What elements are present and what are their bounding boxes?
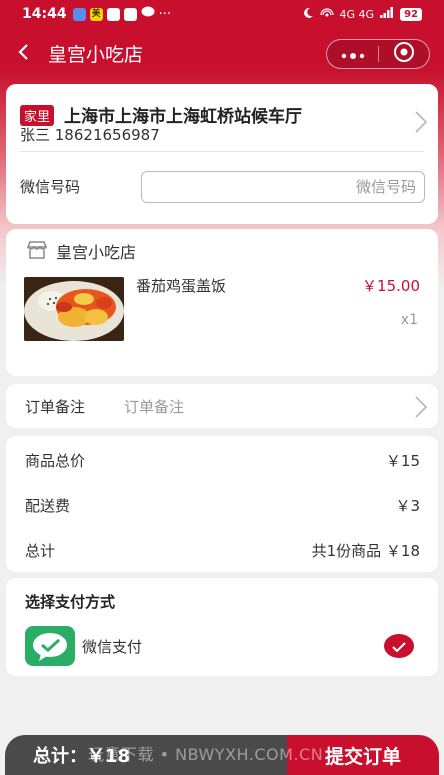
app-notification-icon bbox=[106, 7, 120, 21]
address-tag: 家里 bbox=[20, 105, 55, 126]
divider bbox=[20, 151, 424, 152]
chevron-right-icon bbox=[414, 110, 428, 138]
wechat-pay-icon bbox=[25, 626, 75, 666]
goods-total-label: 商品总价 bbox=[25, 452, 86, 470]
close-mini-program-button[interactable] bbox=[379, 40, 429, 68]
grand-total-label: 总计 bbox=[25, 542, 56, 560]
hotspot-icon bbox=[319, 7, 334, 22]
status-right: 4G 4G 92 bbox=[302, 7, 422, 22]
target-circle-icon bbox=[393, 41, 415, 67]
moon-icon bbox=[302, 7, 314, 22]
delivery-fee-value: ￥3 bbox=[395, 497, 420, 515]
food-quantity: x1 bbox=[400, 312, 418, 328]
payment-method-title: 选择支付方式 bbox=[25, 593, 116, 611]
payment-selected-check[interactable] bbox=[384, 634, 414, 658]
app-notification-icon bbox=[123, 7, 137, 21]
more-notifications: ··· bbox=[158, 6, 171, 22]
address-card[interactable]: 家里 上海市上海市上海虹桥站候车厅 张三 18621656987 微信号码 bbox=[6, 84, 438, 224]
check-icon bbox=[392, 637, 406, 656]
grand-total-value: 共1份商品 ￥18 bbox=[311, 542, 420, 560]
address-contact: 张三 18621656987 bbox=[20, 126, 160, 144]
payment-method-name: 微信支付 bbox=[82, 638, 143, 656]
order-note-row[interactable]: 订单备注 订单备注 bbox=[6, 384, 438, 428]
watermark: 玩意下载 • NBWYXH.COM.CN bbox=[88, 745, 324, 764]
signal-icon bbox=[380, 7, 394, 21]
chat-notification-icon bbox=[141, 6, 155, 22]
food-name: 番茄鸡蛋盖饭 bbox=[136, 277, 227, 295]
chevron-right-icon bbox=[414, 395, 428, 423]
page-title: 皇宫小吃店 bbox=[48, 44, 144, 66]
status-bar: 14:44 美 ··· 4G 4G 92 bbox=[0, 0, 444, 28]
shop-card: 皇宫小吃店 番茄鸡蛋盖饭 ￥15.00 x1 bbox=[6, 229, 438, 376]
status-time: 14:44 bbox=[22, 6, 67, 22]
order-note-label: 订单备注 bbox=[25, 398, 86, 416]
payment-method-card: 选择支付方式 微信支付 bbox=[6, 578, 438, 676]
food-price: ￥15.00 bbox=[362, 277, 420, 295]
price-summary-card: 商品总价 ￥15 配送费 ￥3 总计 共1份商品 ￥18 bbox=[6, 436, 438, 572]
delivery-fee-label: 配送费 bbox=[25, 497, 71, 515]
battery-indicator: 92 bbox=[400, 7, 422, 21]
meituan-notification-icon: 美 bbox=[89, 7, 103, 21]
more-options-button[interactable] bbox=[327, 40, 378, 68]
navigation-bar: 皇宫小吃店 bbox=[0, 30, 444, 76]
shop-icon bbox=[26, 240, 48, 264]
grand-total-row: 总计 共1份商品 ￥18 bbox=[25, 540, 420, 561]
wechat-id-input[interactable] bbox=[141, 171, 425, 203]
delivery-fee-row: 配送费 ￥3 bbox=[25, 495, 420, 516]
goods-total-value: ￥15 bbox=[385, 452, 420, 470]
more-dots-icon bbox=[341, 45, 365, 64]
network-indicator: 4G 4G bbox=[339, 7, 375, 21]
mini-program-capsule bbox=[326, 39, 430, 69]
app-notification-icon bbox=[72, 7, 86, 21]
goods-total-row: 商品总价 ￥15 bbox=[25, 450, 420, 471]
shop-name: 皇宫小吃店 bbox=[56, 243, 137, 262]
order-note-input[interactable]: 订单备注 bbox=[124, 396, 184, 417]
food-image bbox=[24, 277, 124, 341]
wechat-id-label: 微信号码 bbox=[20, 178, 81, 196]
back-arrow-icon[interactable] bbox=[14, 42, 34, 62]
